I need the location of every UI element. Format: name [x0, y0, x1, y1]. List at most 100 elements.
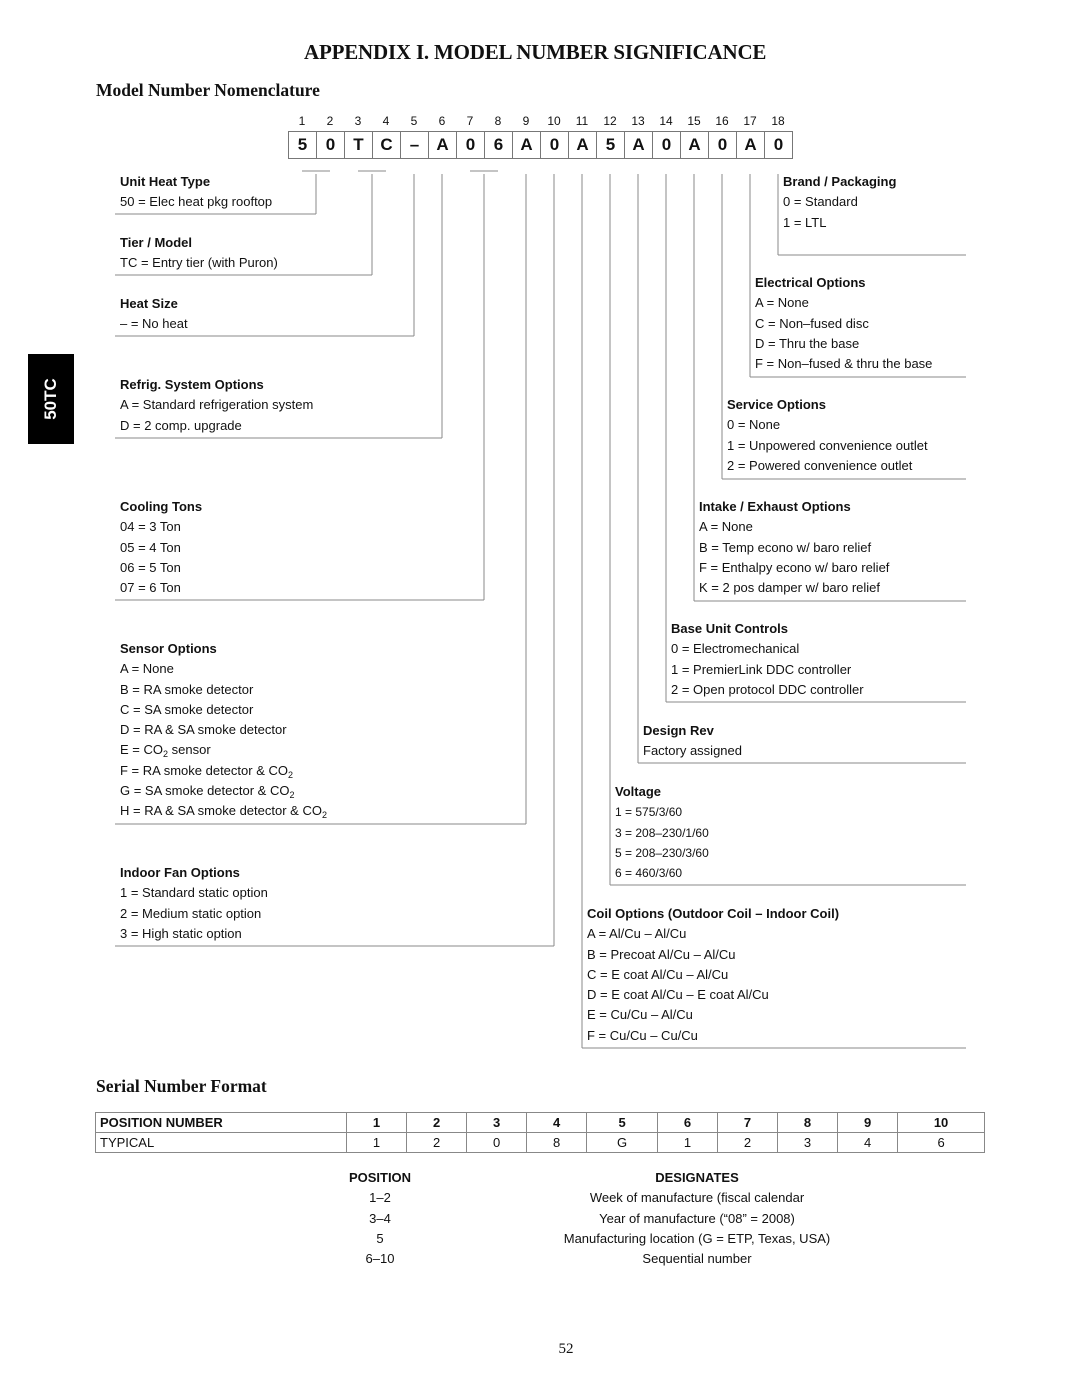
group-item: 0 = None [727, 417, 781, 433]
group-heading: Service Options [727, 397, 826, 412]
group-heading: Voltage [615, 784, 661, 799]
group-heading: Coil Options (Outdoor Coil – Indoor Coil… [587, 906, 840, 921]
group-item: E = Cu/Cu – Al/Cu [587, 1007, 693, 1023]
table-cell: 1 [656, 1132, 718, 1153]
group-heading: Refrig. System Options [120, 377, 264, 392]
group-item: 0 = Standard [783, 194, 858, 210]
group-item: C = E coat Al/Cu – Al/Cu [587, 966, 729, 982]
position-column: POSITION 1–2 3–4 5 6–10 [340, 1168, 420, 1269]
table-cell: 0 [466, 1132, 528, 1153]
group-heading: Unit Heat Type [120, 174, 211, 189]
table-cell: 3 [777, 1132, 839, 1153]
group-unit-heat-type: Unit Heat Type 50 = Elec heat pkg roofto… [120, 172, 272, 213]
group-item: H = RA & SA smoke detector & CO2 [120, 803, 327, 821]
position-value: 3–4 [369, 1210, 391, 1226]
group-item: 1 = PremierLink DDC controller [671, 661, 852, 677]
group-item: A = None [699, 519, 753, 535]
serial-section-title: Serial Number Format [96, 1076, 267, 1096]
group-heading: Sensor Options [120, 641, 217, 656]
group-item: 2 = Open protocol DDC controller [671, 681, 864, 697]
group-item: G = SA smoke detector & CO2 [120, 783, 295, 801]
group-voltage: Voltage 1 = 575/3/60 3 = 208–230/1/60 5 … [615, 782, 709, 883]
table-header-row: POSITION NUMBER 1 2 3 4 5 6 7 8 9 10 [95, 1112, 985, 1133]
group-item: 3 = High static option [120, 925, 242, 941]
serial-number-table: POSITION NUMBER 1 2 3 4 5 6 7 8 9 10 TYP… [95, 1112, 985, 1153]
group-item: F = Enthalpy econo w/ baro relief [699, 559, 890, 575]
group-heading: Intake / Exhaust Options [699, 499, 851, 514]
designates-value: Manufacturing location (G = ETP, Texas, … [563, 1230, 831, 1246]
position-value: 5 [376, 1230, 384, 1246]
group-item: A = Standard refrigeration system [120, 397, 314, 413]
header-cell: 7 [716, 1112, 779, 1133]
designates-value: Week of manufacture (fiscal calendar [589, 1190, 805, 1206]
group-heading: Design Rev [643, 723, 714, 738]
group-heading: Tier / Model [120, 235, 192, 250]
group-item: 3 = 208–230/1/60 [615, 825, 709, 840]
header-cell: 4 [526, 1112, 588, 1133]
position-value: 6–10 [365, 1251, 395, 1267]
group-design-rev: Design Rev Factory assigned [643, 721, 742, 762]
group-item: D = E coat Al/Cu – E coat Al/Cu [587, 987, 769, 1003]
header-cell: 10 [897, 1112, 985, 1133]
group-item: 1 = LTL [783, 214, 827, 230]
group-item: D = 2 comp. upgrade [120, 417, 242, 433]
group-item: 2 = Powered convenience outlet [727, 457, 913, 473]
header-label: POSITION NUMBER [95, 1112, 347, 1133]
group-item: 07 = 6 Ton [120, 580, 181, 596]
group-item: C = SA smoke detector [120, 701, 254, 717]
group-item: Factory assigned [643, 743, 742, 759]
group-refrig-system-options: Refrig. System Options A = Standard refr… [120, 375, 313, 436]
group-indoor-fan-options: Indoor Fan Options 1 = Standard static o… [120, 863, 268, 944]
group-heading: Indoor Fan Options [120, 865, 240, 880]
group-item: B = RA smoke detector [120, 681, 254, 697]
group-cooling-tons: Cooling Tons 04 = 3 Ton 05 = 4 Ton 06 = … [120, 497, 202, 598]
group-item: 05 = 4 Ton [120, 539, 181, 555]
group-item: A = Al/Cu – Al/Cu [587, 926, 687, 942]
header-cell: 2 [406, 1112, 468, 1133]
group-item: 0 = Electromechanical [671, 641, 800, 657]
group-intake-exhaust-options: Intake / Exhaust Options A = None B = Te… [699, 497, 889, 598]
position-value: 1–2 [369, 1190, 391, 1206]
group-heading: Cooling Tons [120, 499, 203, 514]
group-heading: Heat Size [120, 296, 178, 311]
group-heading: Brand / Packaging [783, 174, 897, 189]
group-item: K = 2 pos damper w/ baro relief [699, 580, 881, 596]
group-item: A = None [755, 295, 809, 311]
designates-value: Sequential number [642, 1251, 752, 1267]
header-cell: 9 [837, 1112, 899, 1133]
group-item: D = RA & SA smoke detector [120, 722, 287, 738]
group-electrical-options: Electrical Options A = None C = Non–fuse… [755, 273, 932, 374]
table-row: TYPICAL 1 2 0 8 G 1 2 3 4 6 [95, 1132, 985, 1153]
group-heat-size: Heat Size – = No heat [120, 294, 188, 335]
header-cell: 3 [466, 1112, 528, 1133]
row-label: TYPICAL [95, 1132, 347, 1153]
designates-column: DESIGNATES Week of manufacture (fiscal c… [537, 1168, 857, 1269]
group-brand-packaging: Brand / Packaging 0 = Standard 1 = LTL [783, 172, 896, 233]
group-item: B = Precoat Al/Cu – Al/Cu [587, 946, 736, 962]
table-cell: 2 [406, 1132, 468, 1153]
group-item: E = CO2 sensor [120, 742, 211, 760]
group-base-unit-controls: Base Unit Controls 0 = Electromechanical… [671, 619, 864, 700]
group-item: 04 = 3 Ton [120, 519, 181, 535]
group-item: 50 = Elec heat pkg rooftop [120, 194, 273, 210]
group-service-options: Service Options 0 = None 1 = Unpowered c… [727, 395, 928, 476]
designates-header: DESIGNATES [655, 1170, 739, 1185]
table-cell: 1 [345, 1132, 408, 1153]
group-item: A = None [120, 661, 174, 677]
group-item: 1 = Standard static option [120, 885, 268, 901]
position-header: POSITION [348, 1170, 412, 1185]
group-heading: Electrical Options [755, 275, 866, 290]
group-item: F = Cu/Cu – Cu/Cu [587, 1027, 698, 1043]
group-item: B = Temp econo w/ baro relief [699, 539, 872, 555]
group-item: 1 = Unpowered convenience outlet [727, 437, 928, 453]
group-item: 06 = 5 Ton [120, 559, 181, 575]
group-item: F = Non–fused & thru the base [755, 356, 933, 372]
header-cell: 8 [777, 1112, 839, 1133]
group-tier-model: Tier / Model TC = Entry tier (with Puron… [120, 233, 278, 274]
group-item: 6 = 460/3/60 [615, 866, 683, 881]
page-number: 52 [558, 1341, 574, 1357]
group-sensor-options: Sensor Options A = None B = RA smoke det… [120, 639, 327, 822]
group-item: 5 = 208–230/3/60 [615, 845, 709, 860]
group-coil-options: Coil Options (Outdoor Coil – Indoor Coil… [587, 904, 839, 1046]
table-cell: G [586, 1132, 658, 1153]
